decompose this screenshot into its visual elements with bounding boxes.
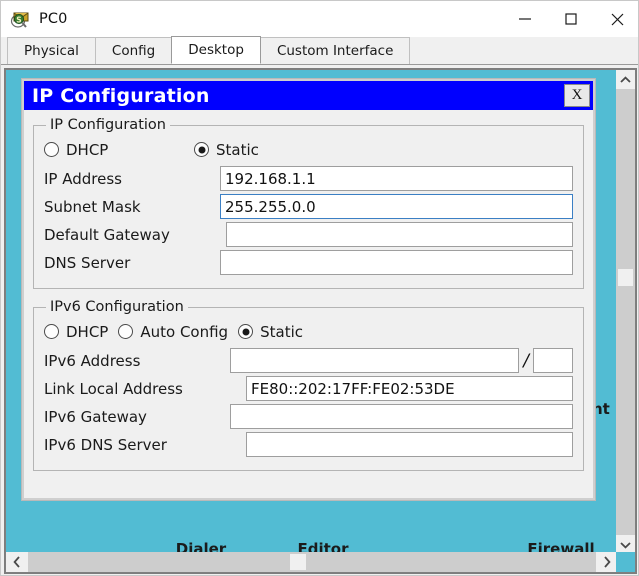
- ip-address-row: IP Address 192.168.1.1: [44, 165, 573, 192]
- dialog-title-bar: IP Configuration X: [24, 81, 593, 110]
- radio-dot-icon: [44, 324, 59, 339]
- ipv6-address-row: IPv6 Address /: [44, 347, 573, 374]
- tab-custom-interface[interactable]: Custom Interface: [259, 37, 411, 64]
- ipv6-gateway-row: IPv6 Gateway: [44, 403, 573, 430]
- scroll-up-button[interactable]: [616, 70, 635, 89]
- ipv4-radio-dhcp[interactable]: DHCP: [44, 141, 184, 159]
- ipv4-configuration-group: IP Configuration DHCP Static IP Address …: [33, 117, 584, 289]
- ipv6-configuration-group: IPv6 Configuration DHCP Auto Config Stat…: [33, 299, 584, 471]
- dialog-body: IP Configuration DHCP Static IP Address …: [24, 110, 593, 471]
- ip-address-input[interactable]: 192.168.1.1: [220, 166, 573, 191]
- scroll-left-button[interactable]: [6, 552, 28, 572]
- dialog-title: IP Configuration: [32, 84, 210, 107]
- horizontal-scrollbar[interactable]: [6, 552, 618, 572]
- ipv6-address-input[interactable]: [230, 348, 520, 373]
- desktop-clipped-label: nt: [592, 400, 610, 418]
- horizontal-scroll-thumb[interactable]: [290, 554, 306, 570]
- radio-dot-selected-icon: [238, 324, 254, 339]
- ipv4-radio-static-label: Static: [216, 140, 259, 159]
- ipv6-prefix-length-input[interactable]: [533, 348, 573, 373]
- link-local-address-value: FE80::202:17FF:FE02:53DE: [251, 379, 455, 398]
- window-title-bar: S PC0: [1, 1, 638, 37]
- ipv6-gateway-input[interactable]: [230, 404, 573, 429]
- dialog-close-label: X: [571, 87, 583, 103]
- window-title: PC0: [39, 11, 68, 27]
- ipv6-radio-static-label: Static: [260, 322, 303, 341]
- subnet-mask-label: Subnet Mask: [44, 197, 141, 216]
- ip-configuration-dialog: IP Configuration X IP Configuration DHCP: [22, 79, 595, 500]
- tab-custom-interface-label: Custom Interface: [276, 43, 394, 59]
- horizontal-scroll-track[interactable]: [28, 552, 596, 572]
- maximize-button[interactable]: [548, 1, 594, 37]
- tab-config-label: Config: [111, 43, 156, 59]
- subnet-mask-row: Subnet Mask 255.255.0.0: [44, 193, 573, 220]
- link-local-address-label: Link Local Address: [44, 379, 183, 398]
- tab-config[interactable]: Config: [94, 37, 173, 64]
- vertical-scroll-thumb[interactable]: [618, 269, 633, 286]
- dns-server-row: DNS Server: [44, 249, 573, 276]
- tab-desktop[interactable]: Desktop: [171, 36, 261, 64]
- pc0-window: S PC0 Physical Config Desktop Custom Int…: [0, 0, 639, 576]
- ipv6-dns-server-row: IPv6 DNS Server: [44, 431, 573, 458]
- tab-physical[interactable]: Physical: [7, 37, 96, 64]
- ipv6-radio-auto-config-label: Auto Config: [140, 322, 229, 341]
- default-gateway-label: Default Gateway: [44, 225, 170, 244]
- tab-physical-label: Physical: [24, 43, 79, 59]
- ipv6-radio-auto-config[interactable]: Auto Config: [118, 323, 228, 341]
- ipv6-gateway-label: IPv6 Gateway: [44, 407, 147, 426]
- tab-desktop-label: Desktop: [188, 42, 244, 58]
- ipv6-prefix-separator: /: [523, 350, 529, 371]
- ipv4-radio-static[interactable]: Static: [194, 141, 259, 159]
- packet-tracer-device-icon: S: [10, 8, 32, 30]
- dns-server-label: DNS Server: [44, 253, 131, 272]
- close-button[interactable]: [594, 1, 638, 37]
- window-controls: [502, 1, 638, 37]
- ipv6-dns-server-input[interactable]: [246, 432, 573, 457]
- default-gateway-input[interactable]: [226, 222, 573, 247]
- ipv6-group-legend: IPv6 Configuration: [50, 299, 184, 315]
- link-local-address-input[interactable]: FE80::202:17FF:FE02:53DE: [246, 376, 573, 401]
- radio-dot-icon: [118, 324, 134, 339]
- subnet-mask-input[interactable]: 255.255.0.0: [220, 194, 573, 219]
- ipv6-dns-server-label: IPv6 DNS Server: [44, 435, 167, 454]
- svg-text:S: S: [16, 16, 21, 25]
- dialog-close-button[interactable]: X: [564, 84, 590, 107]
- vertical-scrollbar[interactable]: [616, 70, 635, 554]
- ipv6-mode-radio-group: DHCP Auto Config Static: [44, 318, 573, 345]
- ipv6-radio-dhcp-label: DHCP: [66, 322, 109, 341]
- subnet-mask-value: 255.255.0.0: [225, 197, 316, 216]
- ipv6-radio-dhcp[interactable]: DHCP: [44, 323, 108, 341]
- dns-server-input[interactable]: [220, 250, 573, 275]
- tab-strip: Physical Config Desktop Custom Interface: [1, 36, 638, 65]
- minimize-button[interactable]: [502, 1, 548, 37]
- ip-address-label: IP Address: [44, 169, 122, 188]
- ipv6-address-label: IPv6 Address: [44, 351, 141, 370]
- link-local-address-row: Link Local Address FE80::202:17FF:FE02:5…: [44, 375, 573, 402]
- scroll-right-button[interactable]: [596, 552, 618, 572]
- ipv4-group-legend: IP Configuration: [50, 117, 166, 133]
- ipv6-radio-static[interactable]: Static: [238, 323, 303, 341]
- default-gateway-row: Default Gateway: [44, 221, 573, 248]
- radio-dot-icon: [44, 142, 59, 157]
- ip-address-value: 192.168.1.1: [225, 169, 316, 188]
- ipv4-mode-radio-group: DHCP Static: [44, 136, 573, 163]
- ipv4-radio-dhcp-label: DHCP: [66, 140, 109, 159]
- radio-dot-selected-icon: [194, 142, 209, 157]
- scrollbar-corner: [616, 552, 635, 572]
- desktop-scroll-container: Dialer Editor Firewall nt IP Configurati…: [4, 68, 637, 574]
- desktop-content-frame: Dialer Editor Firewall nt IP Configurati…: [1, 65, 638, 575]
